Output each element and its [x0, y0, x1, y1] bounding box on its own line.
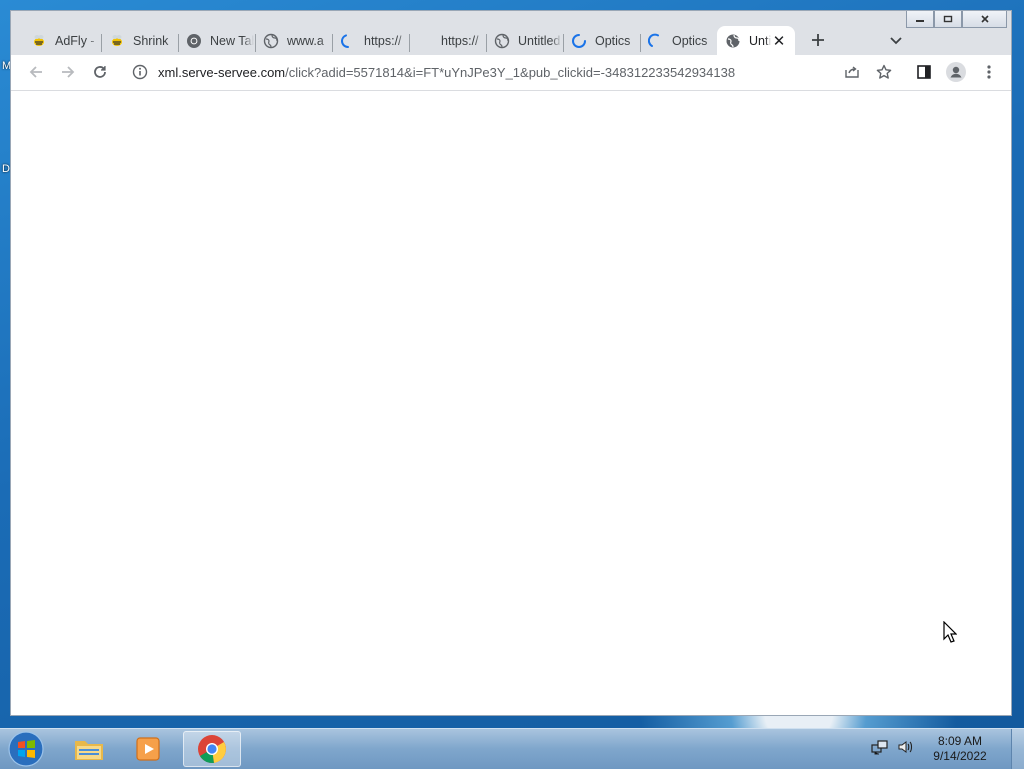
url-path: /click?adid=5571814&i=FT*uYnJPe3Y_1&pub_… — [285, 64, 736, 80]
tab-title: Optics — [672, 34, 708, 48]
url-host: xml.serve-servee.com — [158, 64, 286, 80]
tab-search-button[interactable] — [884, 29, 908, 53]
tab-https[interactable]: https:// — [409, 26, 485, 56]
spinner-icon — [648, 33, 664, 49]
close-tab-icon[interactable]: ✕ — [771, 33, 787, 50]
media-player-icon — [136, 737, 160, 761]
chevron-down-icon — [890, 37, 902, 45]
spinner-icon — [340, 33, 356, 49]
tab-https-loading[interactable]: https:// — [332, 26, 408, 56]
tab-new-tab[interactable]: New Tab — [178, 26, 254, 56]
restore-icon — [943, 15, 953, 23]
taskbar-explorer[interactable] — [60, 731, 118, 767]
tab-shrink[interactable]: Shrink — [101, 26, 177, 56]
taskbar-clock[interactable]: 8:09 AM 9/14/2022 — [925, 734, 995, 764]
volume-icon[interactable] — [897, 739, 915, 760]
spinner-icon — [571, 33, 587, 49]
tab-title: New Tab — [210, 34, 254, 48]
tab-title: Untitled — [518, 34, 561, 48]
url-text: xml.serve-servee.com/click?adid=5571814&… — [158, 65, 735, 80]
tab-title: AdFly - — [55, 34, 95, 48]
tab-active-untitled[interactable]: Untitled ✕ — [717, 26, 795, 56]
share-icon — [845, 66, 859, 78]
browser-toolbar: xml.serve-servee.com/click?adid=5571814&… — [11, 55, 1011, 91]
reload-button[interactable] — [88, 60, 112, 84]
star-icon — [876, 64, 892, 79]
tab-title: Optics — [595, 34, 631, 48]
forward-button[interactable] — [56, 60, 80, 84]
close-icon — [980, 15, 989, 23]
chrome-window: AdFly - Shrink New Tab www.a https:// ht… — [10, 10, 1012, 716]
clock-time: 8:09 AM — [937, 734, 983, 748]
new-tab-button[interactable] — [806, 28, 830, 52]
chrome-icon — [198, 735, 226, 764]
tab-www[interactable]: www.a — [255, 26, 331, 56]
tab-optics-1[interactable]: Optics — [563, 26, 639, 56]
menu-button[interactable] — [977, 60, 1001, 84]
minimize-button[interactable] — [906, 11, 934, 28]
arrow-left-icon — [29, 66, 42, 78]
globe-icon — [494, 33, 510, 49]
windows-orb-icon — [8, 731, 44, 767]
folder-icon — [75, 741, 103, 760]
kebab-menu-icon — [987, 65, 991, 79]
tab-title: https:// — [364, 34, 402, 48]
blank-icon — [417, 33, 433, 49]
bee-icon — [109, 33, 125, 49]
mouse-cursor-icon — [943, 620, 958, 648]
side-panel-icon — [917, 65, 931, 79]
arrow-right-icon — [62, 66, 75, 78]
info-icon[interactable] — [130, 62, 150, 82]
reload-icon — [94, 66, 106, 78]
taskbar-chrome[interactable] — [183, 731, 241, 767]
tab-title: Shrink — [133, 34, 169, 48]
tab-title: Untitled — [749, 34, 771, 48]
back-button[interactable] — [24, 60, 48, 84]
side-panel-button[interactable] — [912, 60, 936, 84]
taskbar-media-player[interactable] — [120, 731, 178, 767]
tab-title: www.a — [287, 34, 324, 48]
globe-icon — [725, 33, 741, 49]
globe-icon — [263, 33, 279, 49]
taskbar: 8:09 AM 9/14/2022 — [0, 728, 1024, 769]
tab-optics-2[interactable]: Optics — [640, 26, 716, 56]
address-bar[interactable]: xml.serve-servee.com/click?adid=5571814&… — [124, 58, 904, 86]
tab-adfly[interactable]: AdFly - — [23, 26, 99, 56]
network-icon[interactable] — [871, 739, 889, 760]
restore-button[interactable] — [934, 11, 962, 28]
minimize-icon — [916, 20, 924, 22]
tab-title: https:// — [441, 34, 479, 48]
start-button[interactable] — [6, 730, 46, 768]
close-window-button[interactable] — [962, 11, 1007, 28]
tab-untitled[interactable]: Untitled — [486, 26, 562, 56]
bookmark-button[interactable] — [872, 60, 896, 84]
desktop-icon-label[interactable]: D — [2, 163, 10, 175]
plus-icon — [812, 34, 824, 46]
chrome-icon — [186, 33, 202, 49]
show-desktop-button[interactable] — [1011, 729, 1024, 769]
page-content[interactable] — [11, 91, 1011, 715]
avatar-icon — [946, 62, 966, 82]
share-button[interactable] — [840, 60, 864, 84]
bee-icon — [31, 33, 47, 49]
clock-date: 9/14/2022 — [933, 749, 987, 763]
profile-button[interactable] — [944, 60, 968, 84]
window-controls — [906, 11, 1007, 28]
system-tray: 8:09 AM 9/14/2022 — [871, 729, 1024, 769]
tab-strip: AdFly - Shrink New Tab www.a https:// ht… — [11, 11, 1011, 56]
